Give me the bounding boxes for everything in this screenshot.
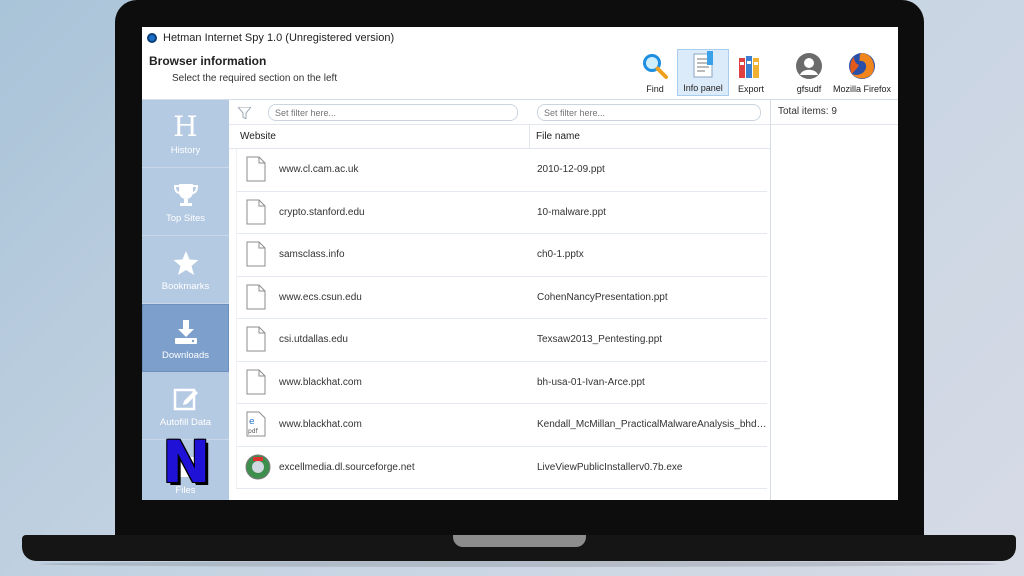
export-icon: [736, 51, 766, 81]
info-panel-icon: [688, 50, 718, 80]
header: Browser information Select the required …: [142, 49, 898, 100]
search-icon: [640, 51, 670, 81]
table-row[interactable]: e pdf www.blackhat.com Kendall_McMillan_P…: [236, 404, 769, 447]
pdf-icon: e pdf: [245, 411, 267, 440]
history-icon: H: [173, 110, 198, 143]
row-website: csi.utdallas.edu: [279, 334, 348, 345]
row-website: crypto.stanford.edu: [279, 206, 365, 218]
sidebar-item-label: Bookmarks: [161, 281, 210, 292]
column-file-name[interactable]: File name: [536, 131, 580, 142]
document-icon: [245, 284, 267, 313]
user-avatar-icon: [794, 51, 824, 81]
find-button[interactable]: Find: [637, 49, 673, 96]
row-website: www.ecs.csun.edu: [279, 291, 362, 303]
filename-filter-input[interactable]: [537, 104, 761, 121]
document-icon: [245, 156, 267, 185]
window-title: Hetman Internet Spy 1.0 (Unregistered ve…: [163, 32, 395, 44]
star-icon: [172, 247, 200, 279]
laptop-shadow: [40, 561, 998, 567]
website-filter-input[interactable]: [268, 104, 518, 121]
row-website: www.cl.cam.ac.uk: [279, 164, 359, 175]
export-label: Export: [737, 84, 764, 94]
table-row[interactable]: www.ecs.csun.edu CohenNancyPresentation.…: [236, 276, 767, 319]
row-file-name: 2010-12-09.ppt: [537, 164, 605, 175]
row-website: www.blackhat.com: [279, 376, 362, 388]
info-panel-label: Info panel: [683, 83, 723, 93]
sidebar-item-history[interactable]: H History: [142, 100, 229, 168]
user-label: gfsudf: [796, 84, 822, 94]
row-file-name: CohenNancyPresentation.ppt: [537, 291, 668, 303]
row-file-name: bh-usa-01-Ivan-Arce.ppt: [537, 376, 645, 388]
row-file-name: LiveViewPublicInstallerv0.7b.exe: [537, 461, 683, 473]
browser-label: Mozilla Firefox: [832, 84, 891, 94]
document-icon: [245, 326, 267, 355]
row-file-name: Kendall_McMillan_PracticalMalwareAnalysi…: [537, 419, 769, 430]
sidebar-item-top-sites[interactable]: Top Sites: [142, 168, 229, 236]
installer-icon: [245, 454, 271, 483]
document-icon: [245, 241, 267, 270]
app-window: Hetman Internet Spy 1.0 (Unregistered ve…: [142, 27, 898, 500]
user-button[interactable]: gfsudf: [791, 49, 827, 96]
table-row[interactable]: samsclass.info ch0-1.pptx: [236, 234, 767, 277]
browser-button[interactable]: Mozilla Firefox: [831, 49, 893, 96]
page-title: Browser information: [149, 54, 267, 68]
edit-icon: [172, 383, 200, 415]
table-row[interactable]: excellmedia.dl.sourceforge.net LiveViewP…: [236, 446, 767, 489]
row-website: samsclass.info: [279, 249, 345, 260]
n-logo: N: [162, 428, 211, 496]
table-row[interactable]: csi.utdallas.edu Texsaw2013_Pentesting.p…: [236, 319, 767, 362]
column-website[interactable]: Website: [240, 131, 276, 142]
table-row[interactable]: crypto.stanford.edu 10-malware.ppt: [236, 191, 767, 234]
downloads-list: Website File name www.cl.cam.ac.uk 2010-…: [229, 100, 770, 500]
firefox-icon: [847, 51, 877, 81]
sidebar-item-label: Downloads: [162, 349, 209, 361]
sidebar-item-label: History: [170, 145, 201, 156]
app-icon: [147, 33, 157, 43]
column-header: Website File name: [229, 125, 770, 149]
row-website: excellmedia.dl.sourceforge.net: [279, 461, 415, 473]
title-bar: Hetman Internet Spy 1.0 (Unregistered ve…: [142, 27, 898, 49]
sidebar-item-label: Autofill Data: [159, 417, 212, 428]
row-file-name: 10-malware.ppt: [537, 206, 606, 218]
row-website: www.blackhat.com: [279, 419, 362, 430]
trophy-icon: [172, 179, 200, 211]
sidebar-item-downloads[interactable]: Downloads: [142, 304, 229, 372]
info-panel-button[interactable]: Info panel: [677, 49, 729, 96]
sidebar-item-label: Top Sites: [165, 213, 206, 224]
table-row[interactable]: www.blackhat.com bh-usa-01-Ivan-Arce.ppt: [236, 361, 767, 404]
filter-icon[interactable]: [236, 106, 253, 124]
svg-text:pdf: pdf: [248, 428, 259, 435]
download-icon: [172, 316, 200, 348]
laptop-notch: [453, 535, 586, 547]
find-label: Find: [646, 84, 664, 94]
export-button[interactable]: Export: [733, 49, 769, 96]
row-file-name: ch0-1.pptx: [537, 249, 584, 260]
filter-row: [229, 100, 770, 125]
row-file-name: Texsaw2013_Pentesting.ppt: [537, 334, 663, 345]
sidebar-item-bookmarks[interactable]: Bookmarks: [142, 236, 229, 304]
toolbar: Find Info panel Export gfsudf Mozilla Fi…: [637, 49, 897, 98]
document-icon: [245, 369, 267, 398]
page-subtitle: Select the required section on the left: [172, 73, 338, 84]
info-panel: Total items: 9: [770, 100, 898, 500]
document-icon: [245, 199, 267, 228]
table-row[interactable]: www.cl.cam.ac.uk 2010-12-09.ppt: [236, 149, 767, 192]
column-divider[interactable]: [529, 125, 530, 149]
svg-text:e: e: [249, 417, 255, 427]
total-items: Total items: 9: [771, 100, 898, 125]
